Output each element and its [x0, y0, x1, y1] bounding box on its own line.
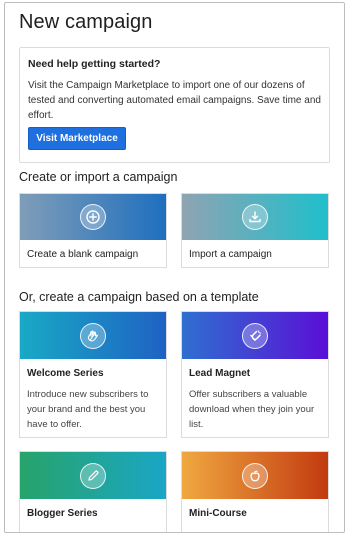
pencil-icon	[80, 462, 106, 489]
page-title: New campaign	[19, 11, 153, 33]
campaign-panel: New campaign Need help getting started? …	[4, 2, 345, 533]
template-section-title: Or, create a campaign based on a templat…	[19, 290, 259, 304]
card-label: Blogger Series	[27, 508, 98, 519]
help-box: Need help getting started? Visit the Cam…	[19, 47, 330, 163]
card-label: Welcome Series	[27, 368, 104, 379]
card-banner	[20, 452, 166, 499]
card-banner	[20, 312, 166, 359]
help-body: Visit the Campaign Marketplace to import…	[28, 80, 321, 121]
visit-marketplace-button[interactable]: Visit Marketplace	[28, 127, 126, 150]
card-description: Introduce new subscribers to your brand …	[27, 389, 149, 430]
create-blank-campaign-card[interactable]: Create a blank campaign	[19, 193, 167, 268]
welcome-series-card[interactable]: Welcome Series Introduce new subscribers…	[19, 311, 167, 438]
help-title: Need help getting started?	[28, 58, 161, 70]
card-description: Offer subscribers a valuable download wh…	[189, 389, 315, 430]
waving-hand-icon	[80, 322, 106, 349]
card-banner	[182, 312, 328, 359]
blogger-series-card[interactable]: Blogger Series	[19, 451, 167, 532]
plus-circle-icon	[80, 204, 106, 230]
card-label: Create a blank campaign	[27, 249, 139, 260]
magnet-icon	[242, 322, 268, 349]
card-banner	[182, 452, 328, 499]
create-section-title: Create or import a campaign	[19, 170, 178, 184]
card-banner	[182, 194, 328, 240]
apple-icon	[242, 462, 268, 489]
download-tray-icon	[242, 204, 268, 230]
import-campaign-card[interactable]: Import a campaign	[181, 193, 329, 268]
card-label: Import a campaign	[189, 249, 272, 260]
card-banner	[20, 194, 166, 240]
mini-course-card[interactable]: Mini-Course	[181, 451, 329, 532]
card-label: Mini-Course	[189, 508, 247, 519]
card-label: Lead Magnet	[189, 368, 251, 379]
lead-magnet-card[interactable]: Lead Magnet Offer subscribers a valuable…	[181, 311, 329, 438]
